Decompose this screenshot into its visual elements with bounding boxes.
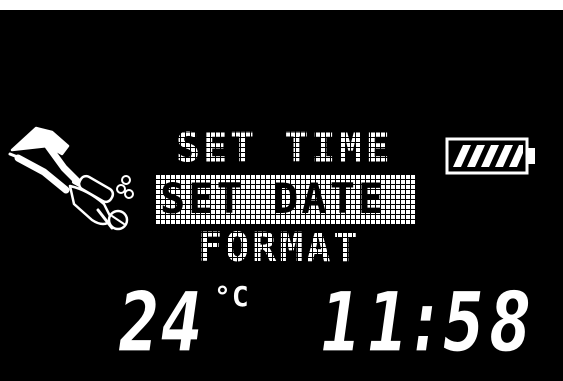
- diver-icon: [8, 126, 134, 231]
- clock-time: 11:58: [320, 274, 537, 371]
- dive-computer-screen: SET TIME SET DATE FORMAT 24 °C 11:58: [0, 0, 563, 381]
- temperature-unit: °C: [214, 280, 250, 313]
- top-border: [0, 0, 563, 10]
- temperature-value: 24: [118, 274, 205, 371]
- menu-item-set-time[interactable]: SET TIME: [176, 128, 393, 169]
- menu-item-format[interactable]: FORMAT: [198, 228, 361, 268]
- menu-item-set-date[interactable]: SET DATE: [160, 178, 386, 220]
- battery-icon: [445, 137, 535, 175]
